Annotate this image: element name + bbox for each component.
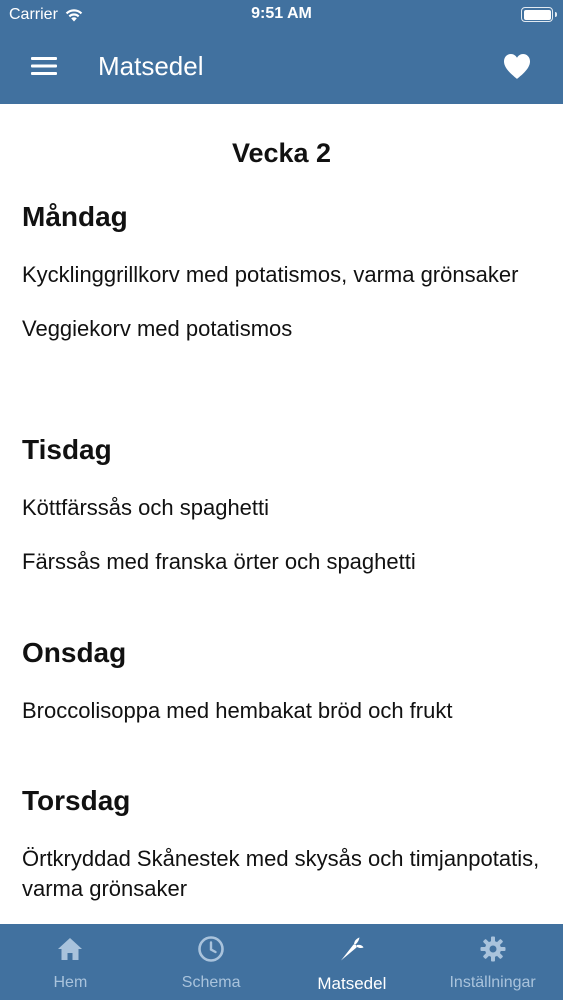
top-bar: Carrier 9:51 AM Matsedel xyxy=(0,0,563,104)
battery-icon xyxy=(521,7,557,22)
tab-hem[interactable]: Hem xyxy=(0,924,141,1000)
heart-icon xyxy=(504,54,530,79)
dish-item: Veggiekorv med potatismos xyxy=(22,316,293,341)
day-name: Måndag xyxy=(22,201,128,232)
dish-item: Köttfärssås och spaghetti xyxy=(22,495,270,520)
tab-label: Schema xyxy=(181,974,241,991)
tab-bar: Hem Schema Matsedel Inställningar xyxy=(0,924,563,1000)
dish-item: Örtkryddad Skånestek med skysås och timj… xyxy=(22,846,540,901)
day-section-onsdag: Onsdag Broccolisoppa med hembakat bröd o… xyxy=(22,636,542,726)
dish-item: Färssås med franska örter och spaghetti xyxy=(22,549,416,574)
day-section-tisdag: Tisdag Köttfärssås och spaghetti Färssås… xyxy=(22,433,542,577)
dish-item: Broccolisoppa med hembakat bröd och fruk… xyxy=(22,698,453,723)
tab-label: Inställningar xyxy=(449,974,536,991)
status-bar: Carrier 9:51 AM xyxy=(0,0,563,30)
navigation-bar: Matsedel xyxy=(0,30,563,104)
menu-content[interactable]: Vecka 2 Måndag Kycklinggrillkorv med pot… xyxy=(0,104,563,924)
carrot-icon xyxy=(340,937,364,961)
tab-label: Matsedel xyxy=(317,974,387,993)
home-icon xyxy=(58,938,83,960)
favorite-button[interactable] xyxy=(499,48,535,84)
page-title: Matsedel xyxy=(98,51,204,81)
day-section-mandag: Måndag Kycklinggrillkorv med potatismos,… xyxy=(22,200,542,344)
gear-icon xyxy=(480,936,506,962)
tab-matsedel[interactable]: Matsedel xyxy=(282,924,423,1000)
clock-icon xyxy=(198,936,224,962)
menu-button[interactable] xyxy=(26,48,62,84)
tab-schema[interactable]: Schema xyxy=(141,924,282,1000)
week-title: Vecka 2 xyxy=(231,138,332,168)
day-section-torsdag: Torsdag Örtkryddad Skånestek med skysås … xyxy=(22,784,542,904)
tab-installningar[interactable]: Inställningar xyxy=(422,924,563,1000)
status-time: 9:51 AM xyxy=(251,5,312,22)
tab-label: Hem xyxy=(53,974,88,991)
hamburger-icon xyxy=(31,57,57,75)
day-name: Tisdag xyxy=(22,434,112,465)
dish-item: Kycklinggrillkorv med potatismos, varma … xyxy=(22,262,519,287)
day-name: Onsdag xyxy=(22,637,127,668)
day-name: Torsdag xyxy=(22,785,131,816)
